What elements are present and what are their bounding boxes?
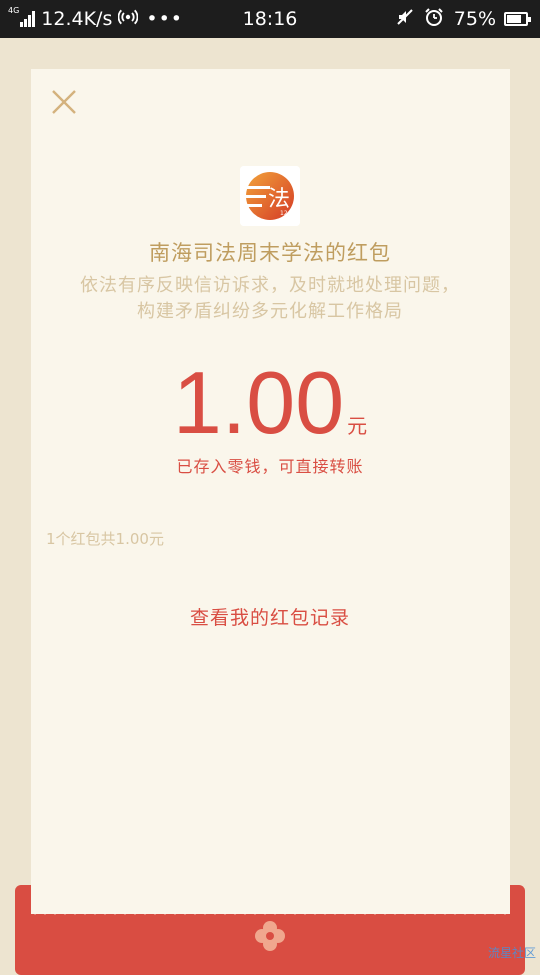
amount-unit: 元 <box>347 414 368 438</box>
sender-name: 南海司法周末学法的红包 <box>149 241 391 265</box>
logo-icon: 法 12·4 <box>240 166 300 226</box>
mute-icon <box>396 8 414 31</box>
status-right: 75% <box>396 0 531 38</box>
watermark: 流星社区 <box>487 946 536 960</box>
battery-icon <box>504 12 531 26</box>
saved-to-wallet-text: 已存入零钱，可直接转账 <box>176 457 364 476</box>
amount-display: 1.00 元 <box>0 355 540 451</box>
amount-value: 1.00 <box>172 353 345 452</box>
greeting-line-1: 依法有序反映信访诉求，及时就地处理问题， <box>80 275 460 296</box>
logo-subtext: 12·4 <box>280 210 294 217</box>
alarm-icon <box>424 7 444 32</box>
status-bar: 4G 12.4K/s ••• 18:16 75% <box>0 0 540 38</box>
greeting-line-2: 构建矛盾纠纷多元化解工作格局 <box>137 301 403 322</box>
card-zigzag-edge <box>31 905 510 915</box>
battery-percent: 75% <box>453 8 496 30</box>
packet-summary: 1个红包共1.00元 <box>46 530 164 548</box>
flower-icon <box>255 921 285 951</box>
logo-glyph: 法 <box>268 187 290 212</box>
close-icon <box>52 90 76 114</box>
sender-logo: 法 12·4 <box>240 166 300 226</box>
close-button[interactable] <box>50 88 78 116</box>
view-records-link[interactable]: 查看我的红包记录 <box>0 603 540 630</box>
battery-level <box>507 15 521 23</box>
